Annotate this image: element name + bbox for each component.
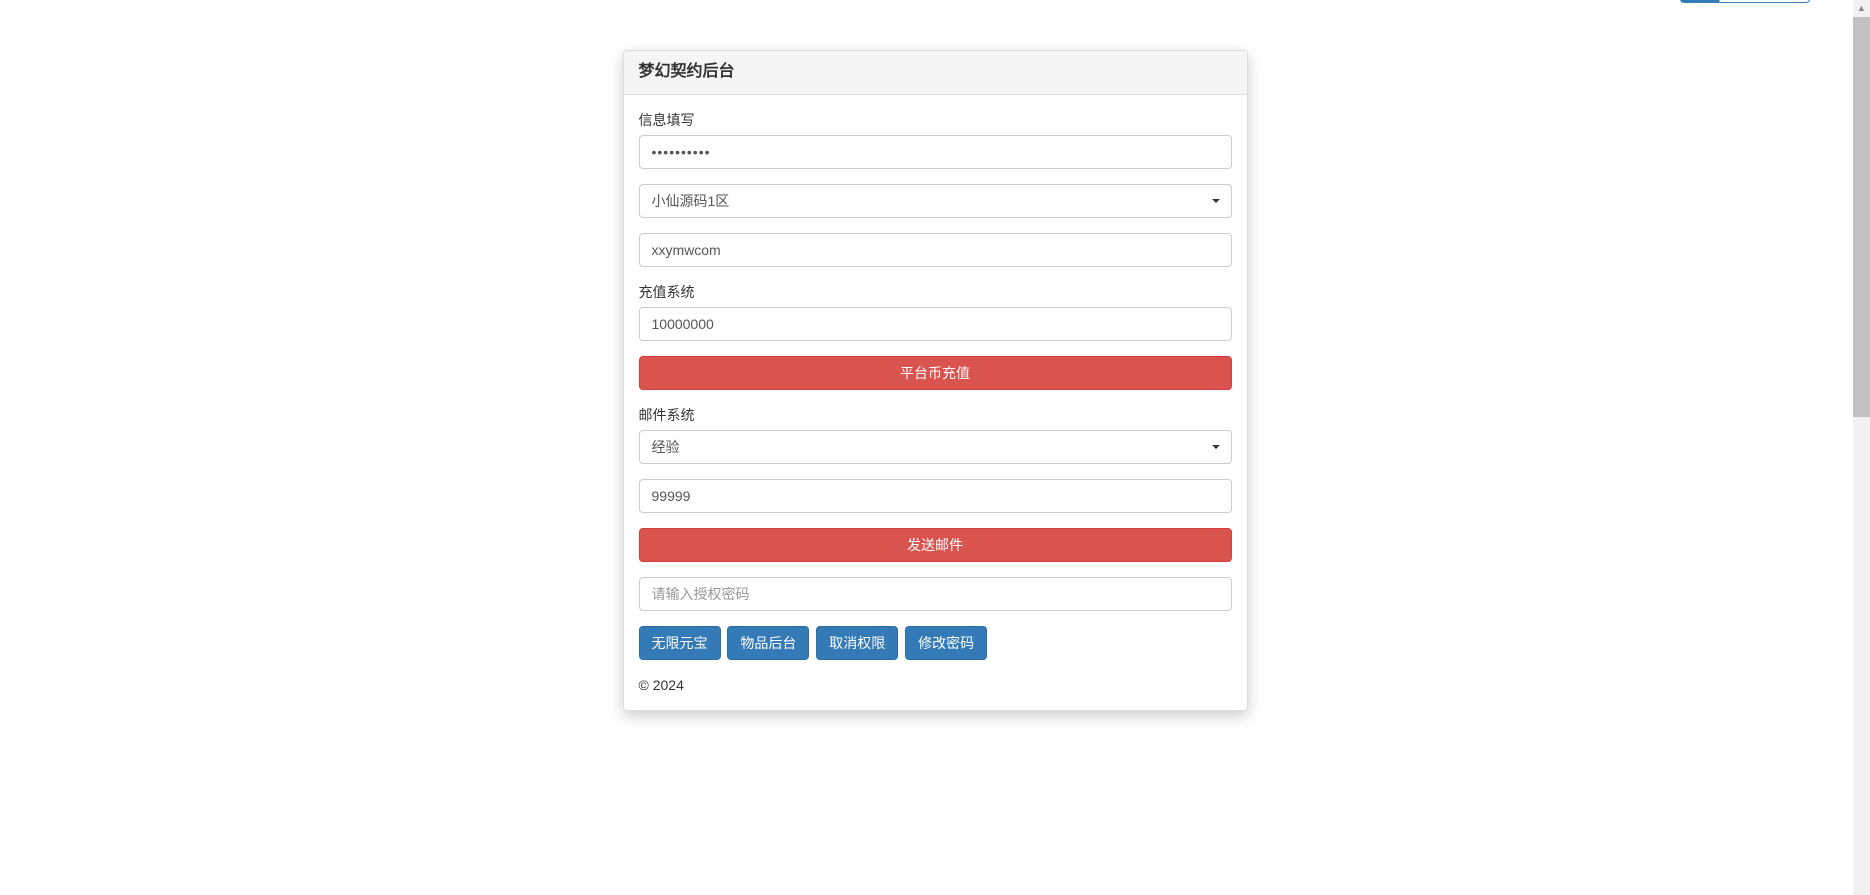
cancel-auth-button[interactable]: 取消权限 bbox=[816, 626, 898, 660]
info-label: 信息填写 bbox=[639, 110, 695, 130]
footer-copyright: © 2024 bbox=[639, 675, 1232, 695]
scrollbar-thumb[interactable] bbox=[1853, 17, 1870, 417]
auth-group bbox=[639, 577, 1232, 611]
mail-group: 邮件系统 经验 bbox=[639, 405, 1232, 464]
recharge-amount-input[interactable] bbox=[639, 307, 1232, 341]
panel-body: 信息填写 小仙源码1区 充值系统 平台币充值 邮件系统 bbox=[624, 95, 1247, 710]
mail-button-group: 发送邮件 bbox=[639, 528, 1232, 562]
mail-quantity-group bbox=[639, 479, 1232, 513]
recharge-button-group: 平台币充值 bbox=[639, 356, 1232, 390]
panel-title: 梦幻契约后台 bbox=[624, 51, 1247, 95]
action-button-row: 无限元宝 物品后台 取消权限 修改密码 bbox=[639, 626, 1232, 660]
change-password-button[interactable]: 修改密码 bbox=[905, 626, 987, 660]
send-mail-button[interactable]: 发送邮件 bbox=[639, 528, 1232, 562]
unlimited-gold-button[interactable]: 无限元宝 bbox=[639, 626, 721, 660]
mail-item-select-wrapper: 经验 bbox=[639, 430, 1232, 464]
mail-label: 邮件系统 bbox=[639, 405, 695, 425]
username-input[interactable] bbox=[639, 233, 1232, 267]
mail-item-select[interactable]: 经验 bbox=[639, 430, 1232, 464]
server-select[interactable]: 小仙源码1区 bbox=[639, 184, 1232, 218]
recharge-label: 充值系统 bbox=[639, 282, 695, 302]
main-container: 梦幻契约后台 信息填写 小仙源码1区 充值系统 平台币充值 bbox=[623, 50, 1248, 711]
recharge-group: 充值系统 bbox=[639, 282, 1232, 341]
recharge-button[interactable]: 平台币充值 bbox=[639, 356, 1232, 390]
username-group bbox=[639, 233, 1232, 267]
admin-panel: 梦幻契约后台 信息填写 小仙源码1区 充值系统 平台币充值 bbox=[623, 50, 1248, 711]
password-input[interactable] bbox=[639, 135, 1232, 169]
top-button-fragment bbox=[1680, 0, 1810, 3]
scrollbar-up-arrow[interactable]: ▲ bbox=[1853, 0, 1870, 17]
info-group: 信息填写 bbox=[639, 110, 1232, 169]
mail-quantity-input[interactable] bbox=[639, 479, 1232, 513]
server-select-group: 小仙源码1区 bbox=[639, 184, 1232, 218]
scrollbar-track[interactable]: ▲ bbox=[1853, 0, 1870, 895]
item-backend-button[interactable]: 物品后台 bbox=[727, 626, 809, 660]
auth-password-input[interactable] bbox=[639, 577, 1232, 611]
